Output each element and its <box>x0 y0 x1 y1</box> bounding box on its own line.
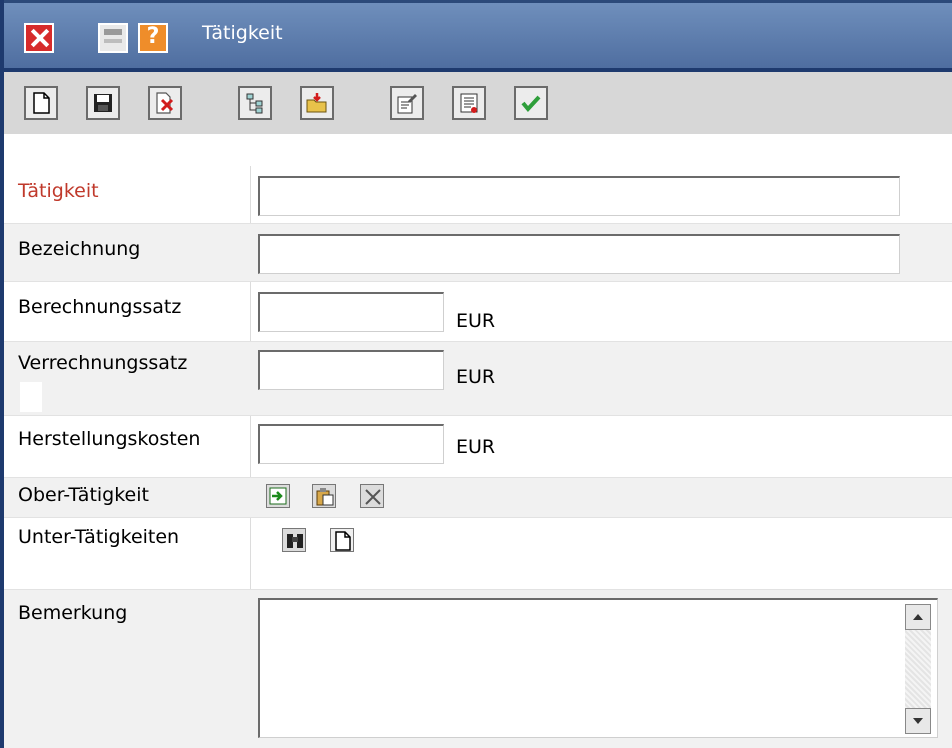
scroll-up-button[interactable] <box>905 604 931 630</box>
bezeichnung-input[interactable] <box>258 234 900 274</box>
search-binoculars-icon[interactable] <box>282 528 306 552</box>
bezeichnung-label: Bezeichnung <box>18 238 141 260</box>
spacer-block <box>20 382 42 412</box>
scrollbar[interactable] <box>905 604 931 734</box>
taetigkeit-input[interactable] <box>258 176 900 216</box>
ober-taetigkeit-label: Ober-Tätigkeit <box>18 484 149 506</box>
verrechnungssatz-unit: EUR <box>456 366 496 388</box>
delete-icon[interactable] <box>148 86 182 120</box>
title-bar: ? Tätigkeit <box>4 0 952 68</box>
new-subitem-icon[interactable] <box>330 528 354 552</box>
new-document-icon[interactable] <box>24 86 58 120</box>
berechnungssatz-label: Berechnungssatz <box>18 296 182 318</box>
row-ober-taetigkeit: Ober-Tätigkeit <box>4 478 952 518</box>
taetigkeit-label: Tätigkeit <box>18 180 99 202</box>
window-title: Tätigkeit <box>202 22 283 44</box>
unter-taetigkeiten-label: Unter-Tätigkeiten <box>18 526 180 548</box>
row-herstellungskosten: Herstellungskosten EUR <box>4 416 952 478</box>
edit-properties-icon[interactable] <box>390 86 424 120</box>
close-icon[interactable] <box>24 23 54 53</box>
help-icon[interactable]: ? <box>138 23 168 53</box>
herstellungskosten-unit: EUR <box>456 436 496 458</box>
berechnungssatz-unit: EUR <box>456 310 496 332</box>
remove-icon[interactable] <box>360 484 384 508</box>
minimize-icon[interactable] <box>98 23 128 53</box>
bemerkung-label: Bemerkung <box>18 602 128 624</box>
herstellungskosten-label: Herstellungskosten <box>18 428 201 450</box>
row-unter-taetigkeiten: Unter-Tätigkeiten <box>4 518 952 590</box>
select-parent-icon[interactable] <box>266 484 290 508</box>
verrechnungssatz-input[interactable] <box>258 350 444 390</box>
open-folder-icon[interactable] <box>300 86 334 120</box>
berechnungssatz-input[interactable] <box>258 292 444 332</box>
verrechnungssatz-label: Verrechnungssatz <box>18 352 188 374</box>
save-icon[interactable] <box>86 86 120 120</box>
row-berechnungssatz: Berechnungssatz EUR <box>4 282 952 342</box>
confirm-check-icon[interactable] <box>514 86 548 120</box>
tree-structure-icon[interactable] <box>238 86 272 120</box>
toolbar <box>4 68 952 134</box>
row-verrechnungssatz: Verrechnungssatz EUR <box>4 342 952 416</box>
bemerkung-textarea[interactable] <box>258 598 938 738</box>
scroll-down-button[interactable] <box>905 708 931 734</box>
paste-icon[interactable] <box>312 484 336 508</box>
report-list-icon[interactable] <box>452 86 486 120</box>
herstellungskosten-input[interactable] <box>258 424 444 464</box>
